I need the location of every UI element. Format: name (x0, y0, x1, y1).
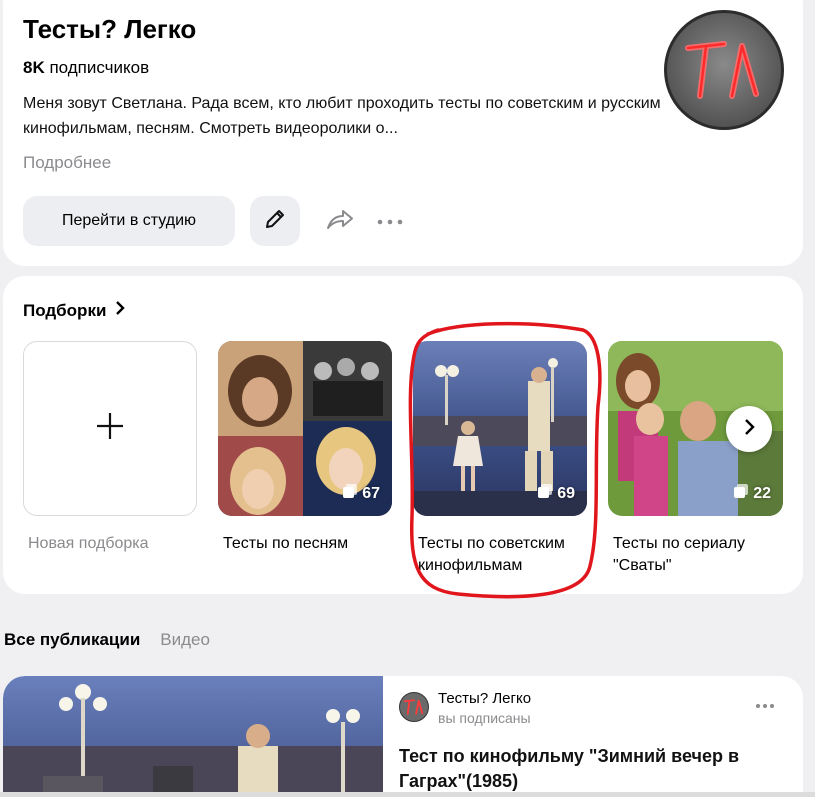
avatar-logo (685, 41, 759, 99)
channel-header-card: Тесты? Легко 8K подписчиков Меня зовут С… (3, 0, 803, 266)
publication-author[interactable]: Тесты? Легко (438, 690, 531, 707)
collection-count: 69 (557, 484, 575, 502)
new-collection-label: Новая подборка (28, 535, 149, 552)
publication-tabs: Все публикации Видео (4, 630, 210, 650)
go-to-studio-button[interactable]: Перейти в студию (23, 196, 235, 246)
publication-card[interactable]: Тесты? Легко вы подписаны Тест по кинофи… (3, 676, 803, 797)
collection-stack-icon (537, 483, 553, 504)
publication-title[interactable]: Тест по кинофильму "Зимний вечер в Гагра… (399, 744, 779, 794)
collection-count: 67 (362, 484, 380, 502)
collection-count-badge: 22 (733, 483, 771, 504)
tab-all-publications[interactable]: Все публикации (4, 630, 140, 650)
share-arrow-icon (325, 206, 355, 237)
collection-tile-songs[interactable]: 67 (218, 341, 392, 516)
subscriber-number: 8K (23, 58, 45, 77)
edit-button[interactable] (250, 196, 300, 246)
more-options-button[interactable] (375, 206, 405, 236)
channel-avatar[interactable] (664, 10, 784, 130)
collections-header[interactable]: Подборки (23, 300, 126, 321)
more-link[interactable]: Подробнее (23, 153, 111, 173)
collection-count-badge: 67 (342, 483, 380, 504)
collection-label: Тесты по сериалу "Сваты" (613, 535, 746, 574)
publication-more-button[interactable] (755, 696, 775, 714)
collections-next-button[interactable] (726, 406, 772, 452)
bottom-scrollbar[interactable] (0, 792, 815, 797)
more-dots-icon (377, 212, 403, 230)
publication-thumbnail[interactable] (3, 676, 383, 797)
subscription-status: вы подписаны (438, 710, 531, 726)
avatar-logo (403, 699, 424, 715)
collections-card: Подборки Новая подборка 67 Тесты по песн… (3, 276, 803, 599)
channel-description: Меня зовут Светлана. Рада всем, кто люби… (23, 95, 661, 137)
new-collection-tile[interactable] (23, 341, 197, 516)
collection-tile-soviet-films[interactable]: 69 (413, 341, 587, 516)
chevron-right-icon (114, 300, 126, 321)
more-dots-icon (755, 696, 775, 713)
collections-title: Подборки (23, 300, 107, 320)
tab-video[interactable]: Видео (160, 630, 210, 650)
pencil-icon (263, 207, 287, 236)
subscriber-label: подписчиков (49, 58, 150, 77)
collection-label: Тесты по песням (223, 535, 349, 552)
collection-count: 22 (753, 484, 771, 502)
channel-title: Тесты? Легко (23, 14, 197, 44)
share-button[interactable] (323, 206, 357, 236)
chevron-right-icon (743, 418, 755, 441)
collection-count-badge: 69 (537, 483, 575, 504)
collection-label: Тесты по советским кинофильмам (418, 535, 565, 574)
subscriber-count: 8K подписчиков (23, 58, 149, 78)
publication-thumbnail-image (3, 676, 383, 797)
collection-stack-icon (342, 483, 358, 504)
collection-stack-icon (733, 483, 749, 504)
publication-author-avatar[interactable] (399, 692, 429, 722)
plus-icon (95, 411, 125, 446)
